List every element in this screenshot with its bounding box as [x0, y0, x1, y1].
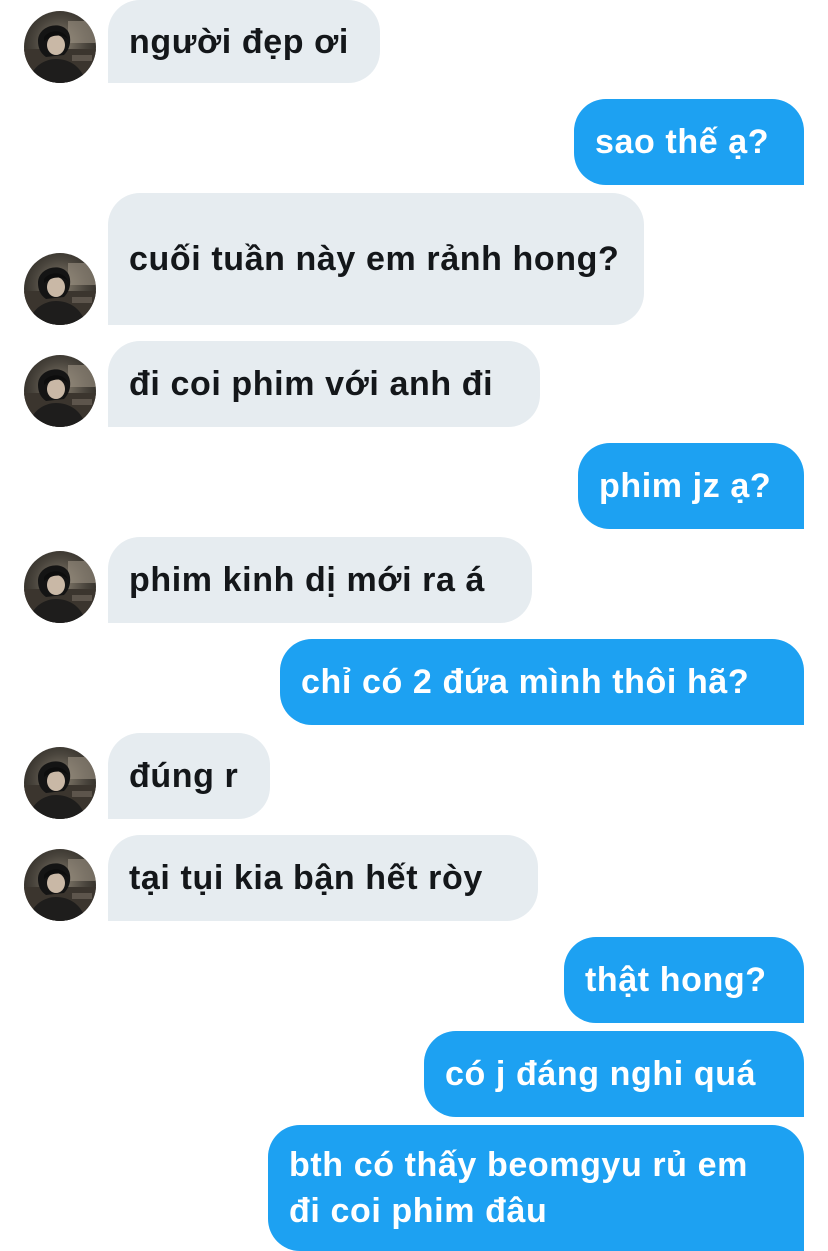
- message-text: có j đáng nghi quá: [445, 1055, 757, 1093]
- contact-avatar-photo-icon: [24, 849, 96, 921]
- avatar[interactable]: [24, 551, 96, 623]
- avatar[interactable]: [24, 747, 96, 819]
- incoming-message[interactable]: cuối tuần này em rảnh hong?: [108, 193, 644, 325]
- message-text: người đẹp ơi: [129, 22, 349, 61]
- avatar[interactable]: [24, 253, 96, 325]
- incoming-message[interactable]: người đẹp ơi: [108, 0, 380, 83]
- avatar[interactable]: [24, 355, 96, 427]
- contact-avatar-photo-icon: [24, 355, 96, 427]
- outgoing-message[interactable]: bth có thấy beomgyu rủ em đi coi phim đâ…: [268, 1125, 804, 1251]
- incoming-message[interactable]: phim kinh dị mới ra á: [108, 537, 532, 623]
- outgoing-message[interactable]: chỉ có 2 đứa mình thôi hã?: [280, 639, 804, 725]
- message-text: bth có thấy beomgyu rủ em đi coi phim đâ…: [289, 1146, 748, 1230]
- outgoing-message[interactable]: có j đáng nghi quá: [424, 1031, 804, 1117]
- message-text: đi coi phim với anh đi: [129, 365, 494, 403]
- message-text: cuối tuần này em rảnh hong?: [129, 240, 620, 278]
- message-text: thật hong?: [585, 961, 767, 999]
- incoming-message[interactable]: đúng r: [108, 733, 270, 819]
- contact-avatar-photo-icon: [24, 11, 96, 83]
- outgoing-message[interactable]: phim jz ạ?: [578, 443, 804, 529]
- outgoing-message[interactable]: thật hong?: [564, 937, 804, 1023]
- contact-avatar-photo-icon: [24, 551, 96, 623]
- outgoing-message[interactable]: sao thế ạ?: [574, 99, 804, 185]
- message-text: phim jz ạ?: [599, 467, 772, 505]
- message-text: tại tụi kia bận hết ròy: [129, 859, 483, 897]
- message-text: chỉ có 2 đứa mình thôi hã?: [301, 663, 750, 701]
- message-text: sao thế ạ?: [595, 123, 770, 161]
- message-text: đúng r: [129, 757, 239, 795]
- avatar[interactable]: [24, 849, 96, 921]
- avatar[interactable]: [24, 11, 96, 83]
- incoming-message[interactable]: tại tụi kia bận hết ròy: [108, 835, 538, 921]
- contact-avatar-photo-icon: [24, 747, 96, 819]
- contact-avatar-photo-icon: [24, 253, 96, 325]
- incoming-message[interactable]: đi coi phim với anh đi: [108, 341, 540, 427]
- message-text: phim kinh dị mới ra á: [129, 561, 486, 599]
